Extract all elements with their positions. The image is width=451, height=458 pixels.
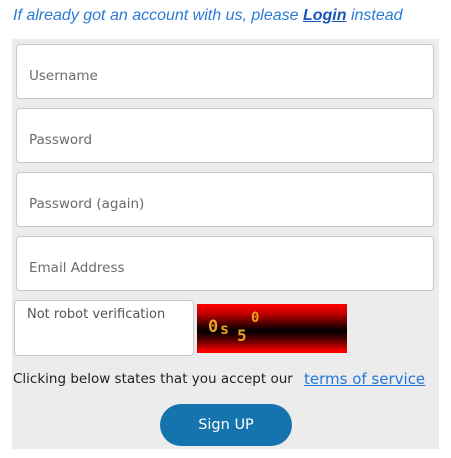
captcha-field-container — [14, 300, 194, 356]
terms-statement: Clicking below states that you accept ou… — [13, 371, 293, 387]
password-again-input[interactable] — [17, 173, 433, 226]
email-input[interactable] — [17, 237, 433, 290]
captcha-char-1: 0 — [208, 317, 219, 337]
captcha-char-3: 5 — [237, 326, 247, 345]
username-field-container — [16, 44, 434, 99]
login-prompt-prefix: If already got an account with us, pleas… — [13, 7, 303, 24]
captcha-input[interactable] — [15, 301, 193, 355]
email-field-container — [16, 236, 434, 291]
sign-up-button[interactable]: Sign UP — [160, 404, 292, 446]
password-field-container — [16, 108, 434, 163]
captcha-image: 0 s 5 0 — [197, 304, 347, 353]
password-again-field-container — [16, 172, 434, 227]
login-prompt: If already got an account with us, pleas… — [13, 7, 443, 25]
password-input[interactable] — [17, 109, 433, 162]
login-link[interactable]: Login — [303, 7, 347, 24]
username-input[interactable] — [17, 45, 433, 98]
captcha-char-4: 0 — [251, 310, 260, 326]
login-prompt-suffix: instead — [346, 7, 403, 24]
terms-of-service-link[interactable]: terms of service — [304, 370, 425, 388]
captcha-char-2: s — [220, 320, 230, 338]
signup-form: 0 s 5 0 Clicking below states that you a… — [12, 39, 439, 449]
